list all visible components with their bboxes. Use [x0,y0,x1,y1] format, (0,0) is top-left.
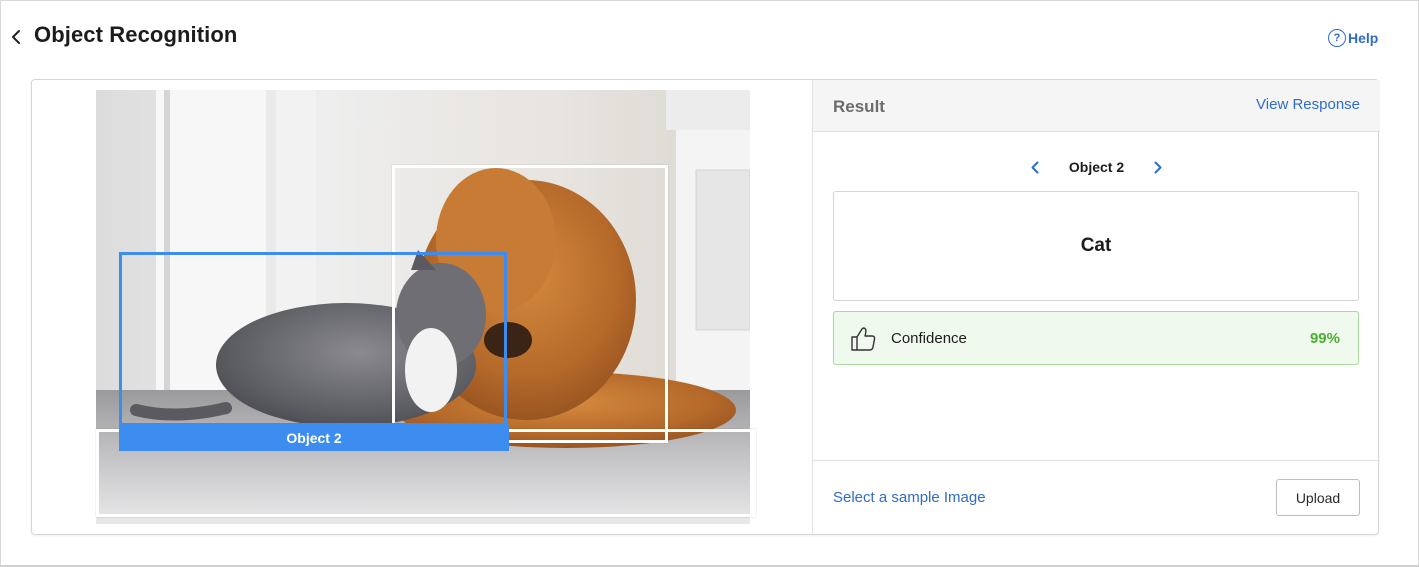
next-object-button[interactable] [1146,156,1170,178]
chevron-left-icon [1031,161,1039,173]
result-footer: Select a sample Image Upload [813,460,1380,534]
page-title: Object Recognition [34,22,238,47]
chevron-right-icon [1154,161,1162,173]
confidence-box: Confidence 99% [833,311,1359,365]
back-button[interactable] [6,26,26,48]
detection-box-label: Object 2 [119,425,509,451]
object-navigator: Object 2 [813,156,1380,178]
select-sample-image-link[interactable]: Select a sample Image [833,489,986,506]
class-result-box: Cat [833,191,1359,301]
confidence-label: Confidence [891,330,967,347]
class-name: Cat [1080,235,1112,256]
result-title: Result [833,97,885,116]
detection-box-1[interactable]: Object 2 [119,252,509,451]
recognition-card: Object 2 Result View Response Object 2 C… [31,79,1380,535]
current-object-label: Object 2 [1068,159,1125,175]
previous-object-button[interactable] [1023,156,1047,178]
thumbs-up-icon [851,327,876,351]
chevron-left-icon [12,30,20,44]
image-preview: Object 2 [96,90,756,524]
result-panel: Result View Response Object 2 Cat Confid… [812,80,1380,534]
confidence-value: 99% [1309,330,1340,347]
help-link[interactable]: ? Help [1328,29,1378,47]
upload-button[interactable]: Upload [1276,479,1360,516]
result-header: Result View Response [813,80,1380,132]
page-header: Object Recognition ? Help [0,0,1419,72]
view-response-link[interactable]: View Response [1256,96,1360,113]
question-circle-icon: ? [1328,29,1346,47]
help-label: Help [1348,30,1379,46]
